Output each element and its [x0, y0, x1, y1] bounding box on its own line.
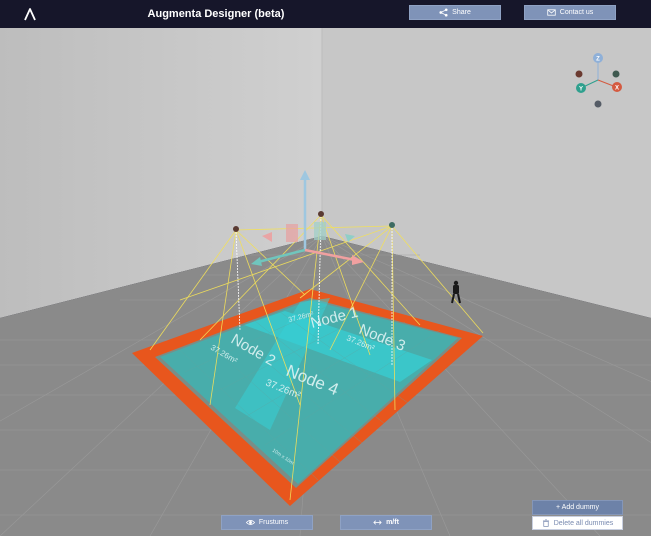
swap-arrows-icon: [373, 520, 382, 525]
frustums-toggle-button[interactable]: Frustums: [221, 515, 313, 530]
delete-all-dummies-label: Delete all dummies: [553, 519, 614, 527]
axis-z-label: Z: [596, 57, 600, 63]
axis-neg-y-icon: [612, 70, 620, 78]
3d-viewport[interactable]: Node 1 37.26m² Node 2 37.26m² Node 3 37.…: [0, 28, 651, 536]
sensor-node-1[interactable]: [318, 211, 324, 217]
trash-icon: [542, 519, 549, 527]
eye-icon: [245, 520, 255, 525]
axis-x-label: X: [615, 86, 619, 92]
share-label: Share: [452, 9, 471, 16]
axis-neg-z-icon: [594, 100, 602, 108]
frustums-label: Frustums: [258, 519, 289, 526]
app-title: Augmenta Designer (beta): [147, 8, 285, 20]
axis-y-label: Y: [579, 87, 583, 93]
top-bar: Augmenta Designer (beta) Share Contact u…: [0, 0, 651, 28]
units-label: m/ft: [386, 519, 399, 526]
contact-us-button[interactable]: Contact us: [524, 5, 616, 20]
sensor-node-3[interactable]: [389, 222, 395, 228]
contact-us-label: Contact us: [559, 9, 594, 16]
app-root: Node 1 37.26m² Node 2 37.26m² Node 3 37.…: [0, 0, 651, 536]
units-toggle-button[interactable]: m/ft: [340, 515, 432, 530]
mail-icon: [547, 9, 556, 16]
share-icon: [439, 8, 448, 17]
share-button[interactable]: Share: [409, 5, 501, 20]
sensor-node-2[interactable]: [233, 226, 239, 232]
add-dummy-button[interactable]: + Add dummy: [532, 500, 623, 515]
delete-all-dummies-button[interactable]: Delete all dummies: [532, 516, 623, 530]
axis-neg-x-icon: [575, 70, 583, 78]
